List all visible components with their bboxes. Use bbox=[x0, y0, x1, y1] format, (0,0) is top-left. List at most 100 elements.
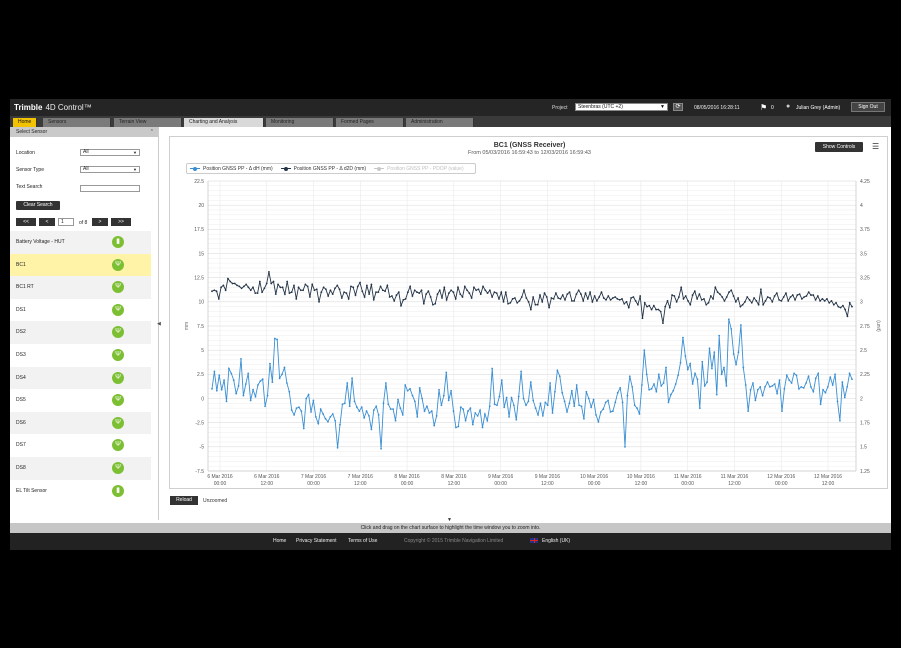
clear-search-button[interactable]: Clear Search bbox=[16, 201, 60, 210]
gnss-antenna-icon[interactable]: Ψ bbox=[112, 461, 124, 474]
sensor-item[interactable]: DS2 Ψ bbox=[10, 321, 151, 344]
select-sensor-header[interactable]: Select Sensor ⌃ bbox=[10, 127, 158, 137]
data-point bbox=[740, 324, 742, 326]
data-point bbox=[391, 295, 393, 297]
sensor-item[interactable]: Battery Voltage - HUT ▮ bbox=[10, 231, 151, 254]
tab-monitoring[interactable]: Monitoring bbox=[266, 118, 334, 127]
data-point bbox=[517, 395, 520, 398]
tab-home[interactable]: Home bbox=[13, 118, 37, 127]
data-point bbox=[785, 292, 787, 295]
data-point bbox=[597, 420, 600, 423]
data-point bbox=[514, 297, 516, 299]
next-page-button[interactable]: > bbox=[92, 218, 108, 226]
trimble-logo[interactable]: Trimble 4D Control™ bbox=[14, 103, 92, 112]
data-point bbox=[803, 296, 806, 298]
tab-charting-and-analysis[interactable]: Charting and Analysis bbox=[184, 118, 264, 127]
data-point bbox=[322, 413, 324, 415]
data-point bbox=[302, 289, 305, 292]
collapse-sidebar-icon[interactable]: ◀ bbox=[157, 321, 161, 329]
battery-icon[interactable]: ▮ bbox=[112, 236, 124, 248]
data-point bbox=[737, 297, 740, 299]
data-point bbox=[643, 301, 646, 304]
data-point bbox=[783, 387, 786, 390]
sensor-item[interactable]: EL Tilt Sensor ▮ bbox=[10, 480, 151, 503]
footer-privacy-link[interactable]: Privacy Statement bbox=[296, 538, 337, 544]
sensor-item[interactable]: DS5 Ψ bbox=[10, 389, 151, 412]
tab-administration[interactable]: Administration bbox=[406, 118, 474, 127]
data-point bbox=[359, 281, 361, 284]
sensor-item[interactable]: DS4 Ψ bbox=[10, 366, 151, 390]
sensor-item[interactable]: BC1 RT Ψ bbox=[10, 276, 151, 299]
language-selector[interactable]: English (UK) bbox=[542, 538, 570, 544]
data-point bbox=[516, 301, 519, 304]
data-point bbox=[329, 415, 332, 418]
gnss-antenna-icon[interactable]: Ψ bbox=[112, 303, 124, 316]
data-point bbox=[746, 296, 749, 298]
y-tick-label: 20 bbox=[198, 203, 204, 209]
reload-button[interactable]: Reload bbox=[170, 496, 198, 505]
location-select[interactable]: All ▼ bbox=[80, 149, 140, 156]
gnss-antenna-icon[interactable]: Ψ bbox=[112, 394, 124, 407]
data-point bbox=[639, 295, 642, 297]
data-point bbox=[589, 291, 591, 294]
gnss-antenna-icon[interactable]: Ψ bbox=[112, 371, 124, 384]
data-point bbox=[252, 388, 254, 391]
x-tick-label: 12:00 bbox=[728, 481, 741, 487]
page-number-input[interactable]: 1 bbox=[58, 218, 74, 226]
sensor-item[interactable]: DS6 Ψ bbox=[10, 411, 151, 435]
data-point bbox=[541, 415, 544, 417]
prev-page-button[interactable]: < bbox=[39, 218, 55, 226]
data-point bbox=[737, 351, 740, 353]
sensor-item[interactable]: DS7 Ψ bbox=[10, 434, 151, 457]
data-point bbox=[350, 285, 352, 288]
data-point bbox=[397, 291, 400, 294]
last-page-button[interactable]: >> bbox=[111, 218, 131, 226]
data-point bbox=[701, 360, 704, 363]
data-point bbox=[393, 299, 396, 302]
sensor-item[interactable]: BC1 Ψ bbox=[10, 253, 151, 277]
gnss-antenna-icon[interactable]: Ψ bbox=[112, 258, 124, 271]
data-point bbox=[723, 299, 726, 302]
tab-sensors[interactable]: Sensors bbox=[43, 118, 111, 127]
data-point bbox=[380, 447, 382, 450]
gnss-antenna-icon[interactable]: Ψ bbox=[112, 281, 124, 294]
chart-plot[interactable]: 22.52017.51512.5107.552.50-2.5-5-7.54.25… bbox=[170, 137, 889, 490]
chevron-up-icon[interactable]: ⌃ bbox=[150, 127, 154, 137]
data-point bbox=[413, 289, 416, 292]
tilt-sensor-icon[interactable]: ▮ bbox=[112, 484, 124, 497]
data-point bbox=[659, 310, 662, 313]
data-point bbox=[822, 388, 824, 391]
first-page-button[interactable]: << bbox=[16, 218, 36, 226]
data-point bbox=[545, 296, 548, 298]
data-point bbox=[273, 337, 276, 340]
data-point bbox=[470, 297, 473, 299]
gnss-antenna-icon[interactable]: Ψ bbox=[112, 416, 124, 429]
flag-icon[interactable]: ⚑ bbox=[760, 103, 768, 112]
tab-terrain-view[interactable]: Terrain View bbox=[114, 118, 182, 127]
text-search-input[interactable] bbox=[80, 185, 140, 192]
data-point bbox=[541, 300, 544, 303]
sign-out-button[interactable]: Sign Out bbox=[851, 102, 885, 112]
data-point bbox=[379, 285, 382, 288]
gnss-antenna-icon[interactable]: Ψ bbox=[112, 439, 124, 452]
sensor-item[interactable]: DS1 Ψ bbox=[10, 299, 151, 322]
project-select[interactable]: Steenbras (UTC +2) ▼ bbox=[575, 103, 668, 111]
tab-formed-pages[interactable]: Formed Pages bbox=[336, 118, 404, 127]
sensor-item[interactable]: DS8 Ψ bbox=[10, 456, 151, 480]
gnss-antenna-icon[interactable]: Ψ bbox=[112, 326, 124, 339]
data-point bbox=[377, 291, 380, 294]
user-name[interactable]: Julian Grey (Admin) bbox=[796, 105, 840, 111]
footer-terms-link[interactable]: Terms of Use bbox=[348, 538, 377, 544]
gnss-antenna-icon[interactable]: Ψ bbox=[112, 348, 124, 361]
data-point bbox=[322, 286, 325, 289]
sensor-type-select[interactable]: All ▼ bbox=[80, 166, 140, 173]
data-point bbox=[223, 379, 225, 382]
data-point bbox=[233, 282, 236, 285]
data-point bbox=[843, 396, 846, 399]
data-point bbox=[345, 292, 348, 295]
data-point bbox=[794, 299, 796, 301]
footer-home-link[interactable]: Home bbox=[273, 538, 286, 544]
data-point bbox=[457, 286, 459, 289]
sensor-item[interactable]: DS3 Ψ bbox=[10, 344, 151, 367]
refresh-icon[interactable]: ⟳ bbox=[673, 103, 683, 111]
